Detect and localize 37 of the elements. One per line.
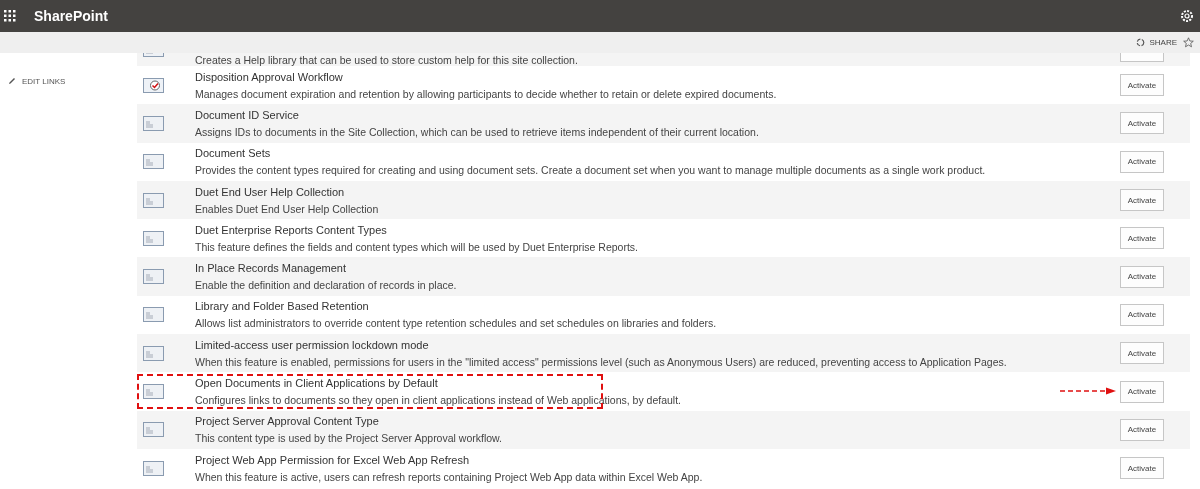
activate-button[interactable]: Activate bbox=[1120, 74, 1164, 97]
activate-button[interactable]: Activate bbox=[1120, 112, 1164, 135]
feature-description: This content type is used by the Project Server Approval workflow. bbox=[195, 432, 503, 445]
feature-description: Enable the definition and declaration of records in place. bbox=[195, 279, 458, 292]
feature-title: Open Documents in Client Applications by Default bbox=[195, 377, 439, 390]
app-title[interactable]: SharePoint bbox=[34, 8, 1180, 24]
feature-description: Allows list administrators to override content type retention schedules and set schedules on libraries and folders. bbox=[195, 317, 718, 330]
activate-button[interactable]: Activate bbox=[1120, 457, 1164, 480]
edit-links-link[interactable]: EDIT LINKS bbox=[8, 76, 66, 86]
feature-description: Enables Duet End User Help Collection bbox=[195, 202, 380, 215]
activate-button[interactable]: Activate bbox=[1120, 265, 1164, 288]
feature-title: Document ID Service bbox=[195, 108, 300, 122]
feature-description: Manages document expiration and retention by allowing participants to decide whether to retain or delete expired documents. bbox=[195, 87, 778, 100]
feature-title: Duet Enterprise Reports Content Types bbox=[195, 223, 388, 237]
feature-description: Assigns IDs to documents in the Site Collection, which can be used to retrieve items independent of their current location. bbox=[195, 125, 760, 138]
feature-title: Project Server Approval Content Type bbox=[195, 415, 380, 429]
feature-description: This feature defines the fields and content types which will be used by Duet Enterprise Reports. bbox=[195, 240, 639, 253]
share-button[interactable]: SHARE bbox=[1136, 38, 1177, 47]
feature-title: Library and Folder Based Retention bbox=[195, 300, 370, 314]
feature-title: In Place Records Management bbox=[195, 262, 348, 276]
activate-button[interactable]: Activate bbox=[1120, 303, 1164, 326]
feature-description: When this feature is active, users can refresh reports containing Project Web App data within Excel Web App. bbox=[195, 470, 704, 483]
feature-description: Creates a Help library that can be used to store custom help for this site collection. bbox=[195, 54, 579, 66]
feature-title: Project Web App Permission for Excel Web App Refresh bbox=[195, 453, 471, 467]
feature-title: Disposition Approval Workflow bbox=[195, 70, 344, 84]
activate-button[interactable]: Activate bbox=[1120, 150, 1164, 173]
activate-button[interactable]: Activate bbox=[1120, 189, 1164, 212]
feature-title: Document Sets bbox=[195, 147, 272, 161]
feature-description: Provides the content types required for creating and using document sets. Create a document set when you want to manage multiple documents as a single work product. bbox=[195, 164, 987, 177]
feature-description: Configures links to documents so they open in client applications instead of Web applications, by default. bbox=[195, 394, 682, 406]
activate-button[interactable]: Activate bbox=[1120, 418, 1164, 441]
activate-button[interactable]: Activate bbox=[1120, 227, 1164, 250]
feature-title: Limited-access user permission lockdown mode bbox=[195, 338, 430, 352]
feature-title: Duet End User Help Collection bbox=[195, 185, 346, 199]
feature-description: When this feature is enabled, permissions for users in the "limited access" permissions level (such as Anonymous Users) are reduced, preventing access to Application Pages. bbox=[195, 355, 1008, 368]
activate-button[interactable]: Activate bbox=[1120, 342, 1164, 365]
activate-button[interactable]: Activate bbox=[1120, 380, 1164, 403]
